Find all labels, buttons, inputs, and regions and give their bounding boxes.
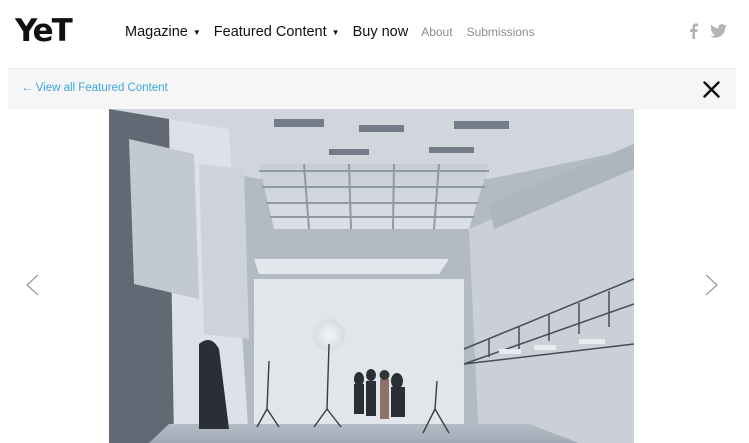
nav-magazine-label: Magazine: [125, 24, 188, 40]
back-link[interactable]: ← View all Featured Content: [21, 82, 168, 94]
site-header: YeT Magazine ▼ Featured Content ▼ Buy no…: [0, 0, 749, 66]
twitter-icon[interactable]: [710, 24, 727, 38]
nav-submissions-label: Submissions: [466, 25, 535, 39]
photo-studio-interior: [109, 109, 634, 443]
main-nav: Magazine ▼ Featured Content ▼ Buy now Ab…: [125, 22, 549, 42]
social-links: [677, 23, 727, 39]
nav-buy-now[interactable]: Buy now: [353, 24, 409, 40]
nav-featured-content[interactable]: Featured Content ▼: [214, 24, 340, 40]
nav-about[interactable]: About: [421, 25, 452, 39]
facebook-icon[interactable]: [689, 23, 698, 39]
nav-magazine[interactable]: Magazine ▼: [125, 24, 201, 40]
nav-featured-content-label: Featured Content: [213, 24, 327, 40]
gallery-image: [109, 109, 634, 443]
nav-buy-now-label: Buy now: [352, 24, 409, 40]
site-logo[interactable]: YeT: [15, 12, 73, 50]
caret-down-icon: ▼: [192, 27, 201, 37]
nav-about-label: About: [421, 25, 453, 39]
featured-content-bar: ← View all Featured Content: [8, 68, 736, 110]
close-icon[interactable]: [703, 81, 720, 98]
nav-submissions[interactable]: Submissions: [467, 25, 535, 39]
chevron-right-icon[interactable]: [704, 273, 720, 297]
caret-down-icon: ▼: [331, 27, 340, 37]
chevron-left-icon[interactable]: [24, 273, 40, 297]
